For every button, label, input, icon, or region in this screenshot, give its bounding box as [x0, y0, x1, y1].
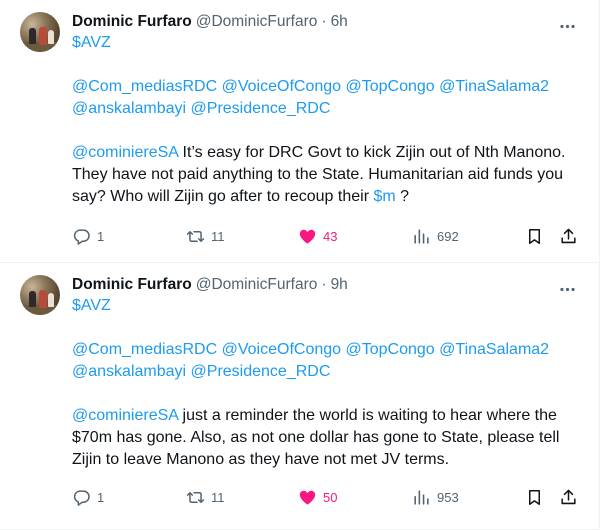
more-dots-icon[interactable]	[557, 279, 577, 299]
views-bars-icon	[414, 229, 429, 244]
mention-link[interactable]: @VoiceOfCongo	[222, 78, 341, 95]
share-upload-icon	[561, 228, 576, 244]
reply-mention-link[interactable]: @cominiereSA	[72, 407, 178, 424]
reply-button[interactable]: 1	[72, 227, 104, 246]
mention-link[interactable]: @Com_mediasRDC	[72, 78, 217, 95]
cashtag-link[interactable]: $AVZ	[72, 297, 111, 314]
tweet-content: Dominic Furfaro @DominicFurfaro · 9h $AV…	[72, 275, 583, 471]
repost-arrows-icon	[186, 491, 205, 504]
tweet-header: Dominic Furfaro @DominicFurfaro · 9h	[72, 275, 583, 295]
mention-link[interactable]: @Presidence_RDC	[191, 100, 331, 117]
tweet-body: $AVZ @Com_mediasRDC @VoiceOfCongo @TopCo…	[72, 295, 583, 471]
reply-count: 1	[97, 490, 105, 505]
tweet-actions: 1 11 50 953	[72, 488, 584, 508]
timestamp[interactable]: 9h	[331, 275, 348, 295]
tweet-actions: 1 11 43 692	[72, 227, 584, 247]
author-name[interactable]: Dominic Furfaro	[72, 12, 192, 32]
repost-button[interactable]: 11	[186, 488, 225, 507]
bookmark-icon	[528, 490, 541, 505]
like-button[interactable]: 50	[298, 488, 337, 507]
timeline-feed: Dominic Furfaro @DominicFurfaro · 6h $AV…	[0, 0, 600, 530]
avatar[interactable]	[20, 12, 60, 52]
tweet[interactable]: Dominic Furfaro @DominicFurfaro · 9h $AV…	[0, 263, 599, 530]
mention-link[interactable]: @VoiceOfCongo	[222, 341, 341, 358]
like-count: 50	[323, 490, 338, 505]
share-button[interactable]	[559, 488, 578, 507]
repost-count: 11	[211, 229, 225, 244]
mention-link[interactable]: @TopCongo	[346, 341, 435, 358]
timestamp[interactable]: 6h	[331, 12, 348, 32]
bookmark-button[interactable]	[525, 488, 544, 507]
views-count: 953	[437, 490, 459, 505]
reply-bubble-icon	[73, 229, 90, 245]
tweet-text-end: ?	[395, 188, 410, 205]
separator-dot: ·	[321, 276, 327, 293]
cashtag-link[interactable]: $m	[373, 188, 395, 205]
repost-button[interactable]: 11	[186, 227, 225, 246]
reply-button[interactable]: 1	[72, 488, 104, 507]
mention-link[interactable]: @Presidence_RDC	[191, 363, 331, 380]
mention-link[interactable]: @anskalambayi	[72, 100, 186, 117]
mention-link[interactable]: @TinaSalama2	[439, 78, 549, 95]
bookmark-button[interactable]	[525, 227, 544, 246]
avatar[interactable]	[20, 275, 60, 315]
heart-filled-icon	[299, 229, 316, 244]
views-bars-icon	[414, 490, 429, 505]
mention-link[interactable]: @Com_mediasRDC	[72, 341, 217, 358]
mention-link[interactable]: @TinaSalama2	[439, 341, 549, 358]
share-button[interactable]	[559, 227, 578, 246]
bookmark-icon	[528, 229, 541, 244]
tweet[interactable]: Dominic Furfaro @DominicFurfaro · 6h $AV…	[0, 0, 599, 263]
reply-count: 1	[97, 229, 105, 244]
tweet-content: Dominic Furfaro @DominicFurfaro · 6h $AV…	[72, 12, 583, 208]
cashtag-link[interactable]: $AVZ	[72, 34, 111, 51]
views-count: 692	[437, 229, 459, 244]
tweet-body: $AVZ @Com_mediasRDC @VoiceOfCongo @TopCo…	[72, 32, 583, 208]
views-button[interactable]: 692	[412, 227, 459, 246]
share-upload-icon	[561, 489, 576, 505]
separator-dot: ·	[321, 13, 327, 30]
mention-link[interactable]: @anskalambayi	[72, 363, 186, 380]
heart-filled-icon	[299, 490, 316, 505]
like-button[interactable]: 43	[298, 227, 337, 246]
reply-mention-link[interactable]: @cominiereSA	[72, 144, 178, 161]
repost-arrows-icon	[186, 230, 205, 243]
more-dots-icon[interactable]	[557, 16, 577, 36]
repost-count: 11	[211, 490, 225, 505]
author-handle[interactable]: @DominicFurfaro	[196, 275, 318, 295]
tweet-header: Dominic Furfaro @DominicFurfaro · 6h	[72, 12, 583, 32]
reply-bubble-icon	[73, 490, 90, 506]
mention-link[interactable]: @TopCongo	[346, 78, 435, 95]
author-handle[interactable]: @DominicFurfaro	[196, 12, 318, 32]
author-name[interactable]: Dominic Furfaro	[72, 275, 192, 295]
like-count: 43	[323, 229, 338, 244]
views-button[interactable]: 953	[412, 488, 459, 507]
